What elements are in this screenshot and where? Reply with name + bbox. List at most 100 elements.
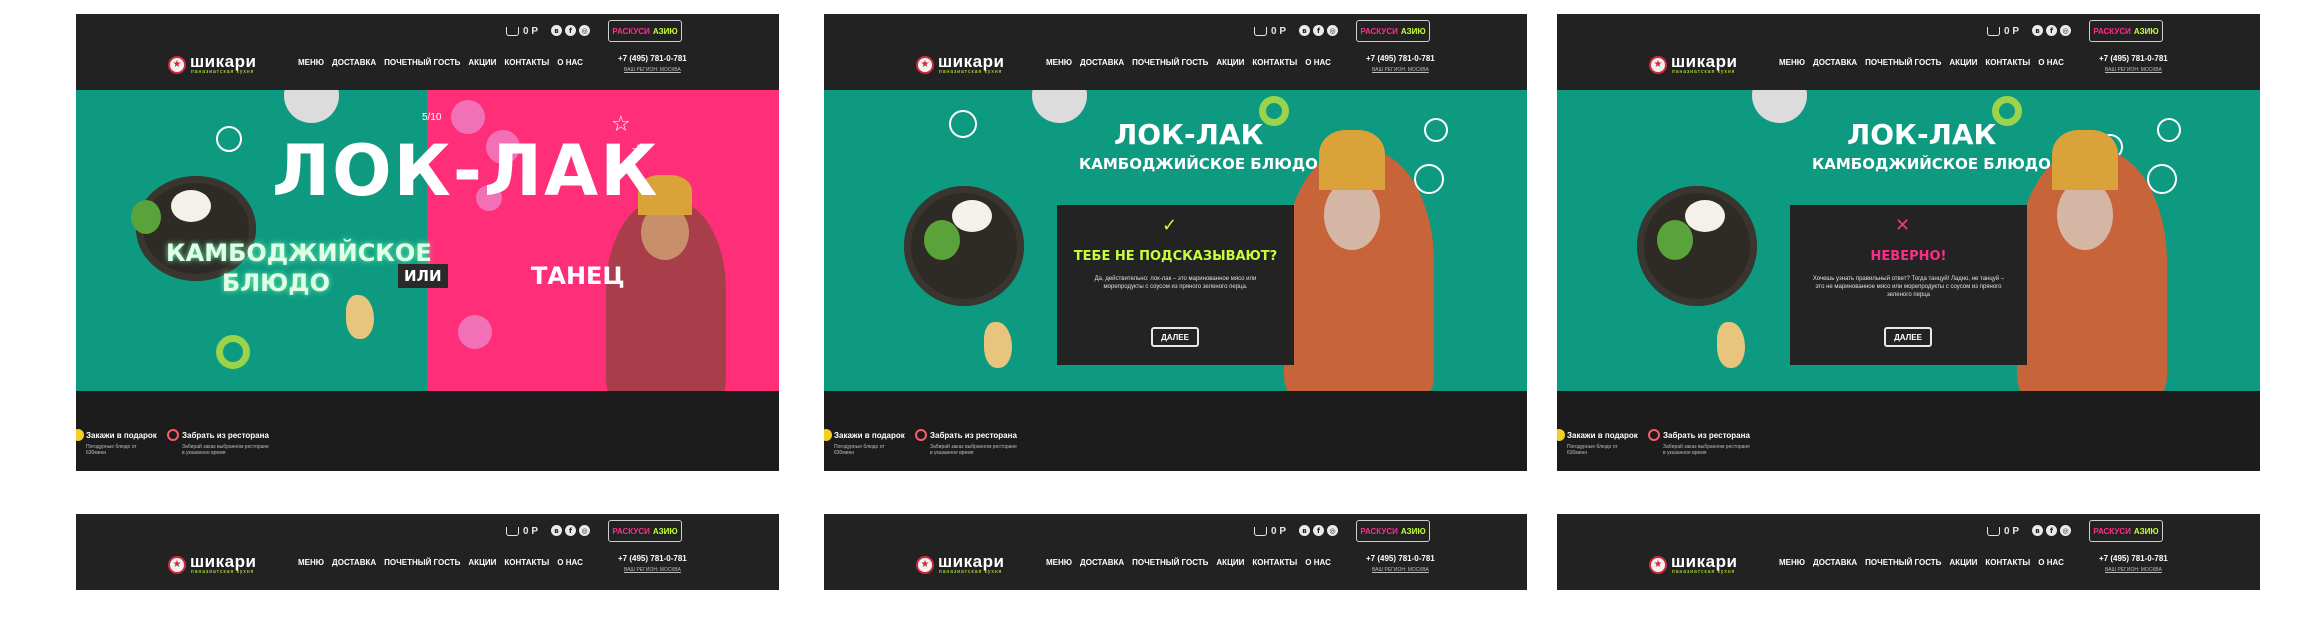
nav-about[interactable]: О НАС: [557, 58, 583, 67]
nav-about[interactable]: О НАС: [557, 558, 583, 567]
nav-delivery[interactable]: ДОСТАВКА: [1813, 558, 1857, 567]
next-button[interactable]: ДАЛЕЕ: [1151, 327, 1199, 347]
nav-about[interactable]: О НАС: [1305, 58, 1331, 67]
phone-number[interactable]: +7 (495) 781-0-781: [2099, 554, 2168, 563]
vk-icon[interactable]: в: [2032, 525, 2043, 536]
nav-menu[interactable]: МЕНЮ: [1046, 558, 1072, 567]
region-link[interactable]: ВАШ РЕГИОН: МОСКВА: [624, 567, 681, 573]
cart-button[interactable]: 0 Р: [1987, 26, 2019, 37]
phone-number[interactable]: +7 (495) 781-0-781: [1366, 554, 1435, 563]
nav-delivery[interactable]: ДОСТАВКА: [1080, 558, 1124, 567]
nav-contacts[interactable]: КОНТАКТЫ: [1985, 558, 2030, 567]
promo-button[interactable]: РАСКУСИ АЗИЮ: [1356, 520, 1430, 542]
region-link[interactable]: ВАШ РЕГИОН: МОСКВА: [2105, 567, 2162, 573]
nav-promotions[interactable]: АКЦИИ: [468, 58, 496, 67]
flower-decoration: [458, 315, 492, 349]
vk-icon[interactable]: в: [551, 25, 562, 36]
dialog-text: Хочешь узнать правильный ответ? Тогда та…: [1812, 276, 2005, 298]
vk-icon[interactable]: в: [1299, 525, 1310, 536]
facebook-icon[interactable]: f: [565, 525, 576, 536]
region-link[interactable]: ВАШ РЕГИОН: МОСКВА: [2105, 67, 2162, 73]
nav-honored-guest[interactable]: ПОЧЕТНЫЙ ГОСТЬ: [1132, 58, 1208, 67]
logo[interactable]: ★ шикари паназиатская кухня: [168, 552, 257, 575]
nav-promotions[interactable]: АКЦИИ: [1949, 58, 1977, 67]
pickup-title[interactable]: Забрать из ресторана: [182, 431, 269, 440]
nav-menu[interactable]: МЕНЮ: [1779, 558, 1805, 567]
cart-button[interactable]: 0 Р: [506, 526, 538, 537]
nav-delivery[interactable]: ДОСТАВКА: [1813, 58, 1857, 67]
vk-icon[interactable]: в: [1299, 25, 1310, 36]
nav-honored-guest[interactable]: ПОЧЕТНЫЙ ГОСТЬ: [1132, 558, 1208, 567]
vk-icon[interactable]: в: [2032, 25, 2043, 36]
nav-about[interactable]: О НАС: [2038, 558, 2064, 567]
nav-honored-guest[interactable]: ПОЧЕТНЫЙ ГОСТЬ: [1865, 558, 1941, 567]
gift-title[interactable]: Закажи в подарок: [834, 431, 905, 440]
phone-number[interactable]: +7 (495) 781-0-781: [1366, 54, 1435, 63]
phone-number[interactable]: +7 (495) 781-0-781: [618, 54, 687, 63]
nav-delivery[interactable]: ДОСТАВКА: [332, 58, 376, 67]
nav-honored-guest[interactable]: ПОЧЕТНЫЙ ГОСТЬ: [384, 558, 460, 567]
logo[interactable]: ★ шикари паназиатская кухня: [916, 53, 1004, 75]
instagram-icon[interactable]: ◎: [1327, 525, 1338, 536]
region-link[interactable]: ВАШ РЕГИОН: МОСКВА: [1372, 567, 1429, 573]
nav-honored-guest[interactable]: ПОЧЕТНЫЙ ГОСТЬ: [1865, 58, 1941, 67]
nav-promotions[interactable]: АКЦИИ: [1949, 558, 1977, 567]
promo-button[interactable]: РАСКУСИ АЗИЮ: [608, 20, 682, 42]
instagram-icon[interactable]: ◎: [579, 25, 590, 36]
nav-contacts[interactable]: КОНТАКТЫ: [504, 58, 549, 67]
nav-menu[interactable]: МЕНЮ: [1046, 58, 1072, 67]
gift-title[interactable]: Закажи в подарок: [86, 431, 157, 440]
nav-delivery[interactable]: ДОСТАВКА: [1080, 58, 1124, 67]
nav-contacts[interactable]: КОНТАКТЫ: [1985, 58, 2030, 67]
logo[interactable]: ★ шикари паназиатская кухня: [168, 53, 256, 75]
nav-menu[interactable]: МЕНЮ: [298, 58, 324, 67]
promo-button[interactable]: РАСКУСИ АЗИЮ: [2089, 20, 2163, 42]
region-link[interactable]: ВАШ РЕГИОН: МОСКВА: [624, 67, 681, 73]
nav-promotions[interactable]: АКЦИИ: [468, 558, 496, 567]
instagram-icon[interactable]: ◎: [2060, 525, 2071, 536]
instagram-icon[interactable]: ◎: [579, 525, 590, 536]
promo-button[interactable]: РАСКУСИ АЗИЮ: [1356, 20, 1430, 42]
nav-contacts[interactable]: КОНТАКТЫ: [504, 558, 549, 567]
phone-number[interactable]: +7 (495) 781-0-781: [2099, 54, 2168, 63]
phone-number[interactable]: +7 (495) 781-0-781: [618, 554, 687, 563]
nav-delivery[interactable]: ДОСТАВКА: [332, 558, 376, 567]
nav-promotions[interactable]: АКЦИИ: [1216, 58, 1244, 67]
pickup-title[interactable]: Забрать из ресторана: [930, 431, 1017, 440]
next-button[interactable]: ДАЛЕЕ: [1884, 327, 1932, 347]
cart-button[interactable]: 0 Р: [1254, 26, 1286, 37]
gift-title[interactable]: Закажи в подарок: [1567, 431, 1638, 440]
instagram-icon[interactable]: ◎: [2060, 25, 2071, 36]
facebook-icon[interactable]: f: [1313, 525, 1324, 536]
option-dance[interactable]: ТАНЕЦ: [531, 262, 625, 290]
nav-menu[interactable]: МЕНЮ: [1779, 58, 1805, 67]
cart-button[interactable]: 0 Р: [1987, 526, 2019, 537]
nav-promotions[interactable]: АКЦИИ: [1216, 558, 1244, 567]
ginger-image: [346, 295, 374, 339]
cart-button[interactable]: 0 Р: [1254, 526, 1286, 537]
region-link[interactable]: ВАШ РЕГИОН: МОСКВА: [1372, 67, 1429, 73]
facebook-icon[interactable]: f: [2046, 25, 2057, 36]
pickup-title[interactable]: Забрать из ресторана: [1663, 431, 1750, 440]
logo[interactable]: ★ шикари паназиатская кухня: [1649, 53, 1737, 75]
promo-label-1: РАСКУСИ: [1360, 526, 1398, 536]
nav-contacts[interactable]: КОНТАКТЫ: [1252, 558, 1297, 567]
logo[interactable]: ★ шикари паназиатская кухня: [1649, 553, 1737, 575]
nav-about[interactable]: О НАС: [2038, 58, 2064, 67]
nav-about[interactable]: О НАС: [1305, 558, 1331, 567]
promo-button[interactable]: РАСКУСИ АЗИЮ: [608, 520, 682, 542]
facebook-icon[interactable]: f: [565, 25, 576, 36]
logo-text: шикари: [190, 552, 257, 571]
option-dish: КАМБОДЖИЙСКОЕ БЛЮДО: [166, 239, 432, 297]
facebook-icon[interactable]: f: [2046, 525, 2057, 536]
promo-button[interactable]: РАСКУСИ АЗИЮ: [2089, 520, 2163, 542]
hero-banner: ЛОК-ЛАК КАМБОДЖИЙСКОЕ БЛЮДО ✕ НЕВЕРНО! Х…: [1557, 90, 2260, 391]
logo[interactable]: ★ шикари паназиатская кухня: [916, 553, 1004, 575]
nav-menu[interactable]: МЕНЮ: [298, 558, 324, 567]
instagram-icon[interactable]: ◎: [1327, 25, 1338, 36]
nav-contacts[interactable]: КОНТАКТЫ: [1252, 58, 1297, 67]
vk-icon[interactable]: в: [551, 525, 562, 536]
facebook-icon[interactable]: f: [1313, 25, 1324, 36]
nav-honored-guest[interactable]: ПОЧЕТНЫЙ ГОСТЬ: [384, 58, 460, 67]
cart-button[interactable]: 0 Р: [506, 26, 538, 37]
